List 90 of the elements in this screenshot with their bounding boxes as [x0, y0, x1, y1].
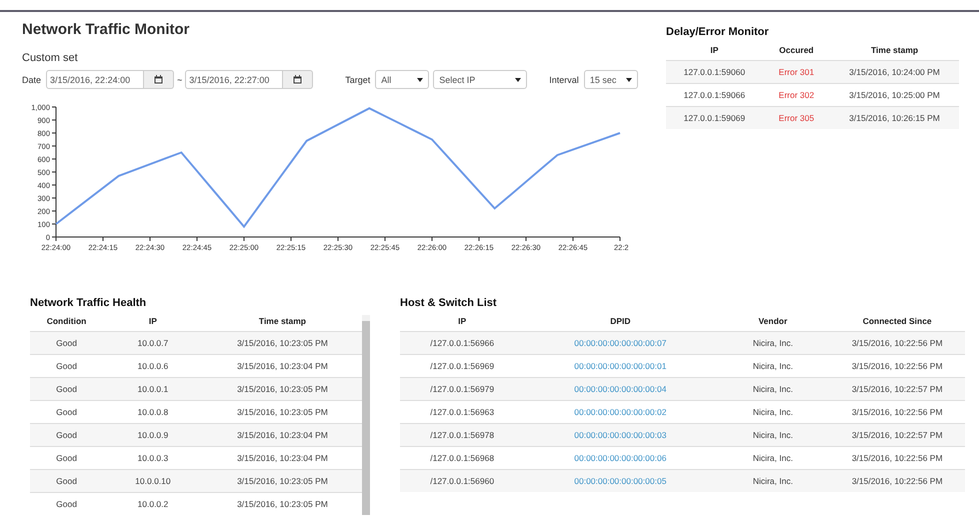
column-header: IP — [103, 311, 203, 332]
calendar-button[interactable] — [144, 70, 174, 89]
column-header: Condition — [30, 311, 104, 332]
table-cell: 3/15/2016, 10:22:56 PM — [829, 354, 965, 378]
table-cell: /127.0.0.1:56978 — [400, 424, 524, 446]
table-cell: Nicira, Inc. — [716, 470, 830, 492]
table-cell: 10.0.0.7 — [103, 332, 203, 354]
target-select[interactable]: All — [375, 70, 430, 89]
table-cell: 3/15/2016, 10:25:00 PM — [830, 84, 959, 106]
dpid-link[interactable]: 00:00:00:00:00:00:00:03 — [524, 424, 716, 446]
table-cell: 3/15/2016, 10:24:00 PM — [830, 60, 959, 84]
table-cell: Good — [30, 378, 104, 400]
table-cell: 10.0.0.3 — [103, 446, 203, 470]
table-cell: Nicira, Inc. — [716, 332, 830, 354]
calendar-icon — [154, 75, 164, 84]
table-cell: 3/15/2016, 10:22:56 PM — [829, 446, 965, 470]
table-cell: 127.0.0.1:59060 — [666, 60, 763, 84]
table-cell: 127.0.0.1:59069 — [666, 106, 763, 129]
calendar-icon — [293, 75, 302, 84]
table-cell: Nicira, Inc. — [716, 400, 830, 424]
table-cell: 10.0.0.6 — [103, 354, 203, 378]
table-cell: Good — [30, 446, 104, 470]
column-header: Time stamp — [202, 311, 362, 332]
date-from-field[interactable]: 3/15/2016, 22:24:00 — [46, 70, 144, 89]
table-cell: 3/15/2016, 10:22:56 PM — [829, 470, 965, 492]
table-cell: 3/15/2016, 10:22:57 PM — [829, 424, 965, 446]
table-cell: Error 301 — [762, 60, 830, 84]
table-cell: /127.0.0.1:56979 — [400, 378, 524, 400]
date-to-field[interactable]: 3/15/2016, 22:27:00 — [185, 70, 284, 89]
table-cell: 3/15/2016, 10:23:04 PM — [202, 424, 362, 446]
dpid-link[interactable]: 00:00:00:00:00:00:00:07 — [524, 332, 716, 354]
table-cell: 3/15/2016, 10:23:05 PM — [202, 378, 362, 400]
target-label: Target — [345, 74, 370, 84]
column-header: IP — [400, 311, 524, 332]
table-cell: 3/15/2016, 10:22:56 PM — [829, 400, 965, 424]
table-cell: Nicira, Inc. — [716, 378, 830, 400]
table-cell: 3/15/2016, 10:26:15 PM — [830, 106, 959, 129]
table-cell: 3/15/2016, 10:23:05 PM — [202, 332, 362, 354]
table-cell: Error 302 — [762, 84, 830, 106]
table-cell: 10.0.0.8 — [103, 400, 203, 424]
table-cell: /127.0.0.1:56963 — [400, 400, 524, 424]
table-cell: /127.0.0.1:56960 — [400, 470, 524, 492]
section-title: Network Traffic Health — [30, 297, 146, 309]
table-cell: 3/15/2016, 10:23:05 PM — [202, 470, 362, 492]
table-cell: Good — [30, 354, 104, 378]
table-cell: Nicira, Inc. — [716, 446, 830, 470]
table-cell: Good — [30, 332, 104, 354]
table-cell: 10.0.0.10 — [103, 470, 203, 492]
ip-select[interactable]: Select IP — [433, 70, 528, 89]
dpid-link[interactable]: 00:00:00:00:00:00:00:06 — [524, 446, 716, 470]
dpid-link[interactable]: 00:00:00:00:00:00:00:04 — [524, 378, 716, 400]
table-cell: 3/15/2016, 10:23:05 PM — [202, 492, 362, 515]
table-cell: 127.0.0.1:59066 — [666, 84, 763, 106]
table-cell: Good — [30, 470, 104, 492]
column-header: IP — [666, 40, 763, 60]
column-header: Time stamp — [830, 40, 959, 60]
table-cell: 3/15/2016, 10:22:56 PM — [829, 332, 965, 354]
scrollbar[interactable] — [362, 315, 370, 515]
interval-select[interactable]: 15 sec — [584, 70, 638, 89]
table-cell: 10.0.0.9 — [103, 424, 203, 446]
table-cell: Error 305 — [762, 106, 830, 129]
dpid-link[interactable]: 00:00:00:00:00:00:00:02 — [524, 400, 716, 424]
interval-label: Interval — [549, 74, 579, 84]
section-title: Delay/Error Monitor — [666, 26, 769, 38]
table-cell: 10.0.0.1 — [103, 378, 203, 400]
table-cell: 3/15/2016, 10:23:05 PM — [202, 400, 362, 424]
table-cell: Good — [30, 424, 104, 446]
table-cell: /127.0.0.1:56966 — [400, 332, 524, 354]
table-cell: /127.0.0.1:56968 — [400, 446, 524, 470]
table-cell: Good — [30, 400, 104, 424]
column-header: Occured — [762, 40, 830, 60]
column-header: DPID — [524, 311, 716, 332]
table-cell: 10.0.0.2 — [103, 492, 203, 515]
dpid-link[interactable]: 00:00:00:00:00:00:00:01 — [524, 354, 716, 378]
range-separator: ~ — [177, 74, 182, 84]
table-cell: Nicira, Inc. — [716, 424, 830, 446]
section-label: Custom set — [22, 52, 78, 64]
date-label: Date — [22, 74, 42, 84]
table-cell: /127.0.0.1:56969 — [400, 354, 524, 378]
page-title: Network Traffic Monitor — [22, 21, 190, 38]
table-cell: 3/15/2016, 10:23:04 PM — [202, 446, 362, 470]
calendar-button[interactable] — [283, 70, 314, 89]
table-cell: Nicira, Inc. — [716, 354, 830, 378]
table-cell: 3/15/2016, 10:23:04 PM — [202, 354, 362, 378]
table-cell: 3/15/2016, 10:22:57 PM — [829, 378, 965, 400]
section-title: Host & Switch List — [400, 297, 497, 309]
dpid-link[interactable]: 00:00:00:00:00:00:00:05 — [524, 470, 716, 492]
table-cell: Good — [30, 492, 104, 515]
column-header: Vendor — [716, 311, 830, 332]
column-header: Connected Since — [829, 311, 965, 332]
